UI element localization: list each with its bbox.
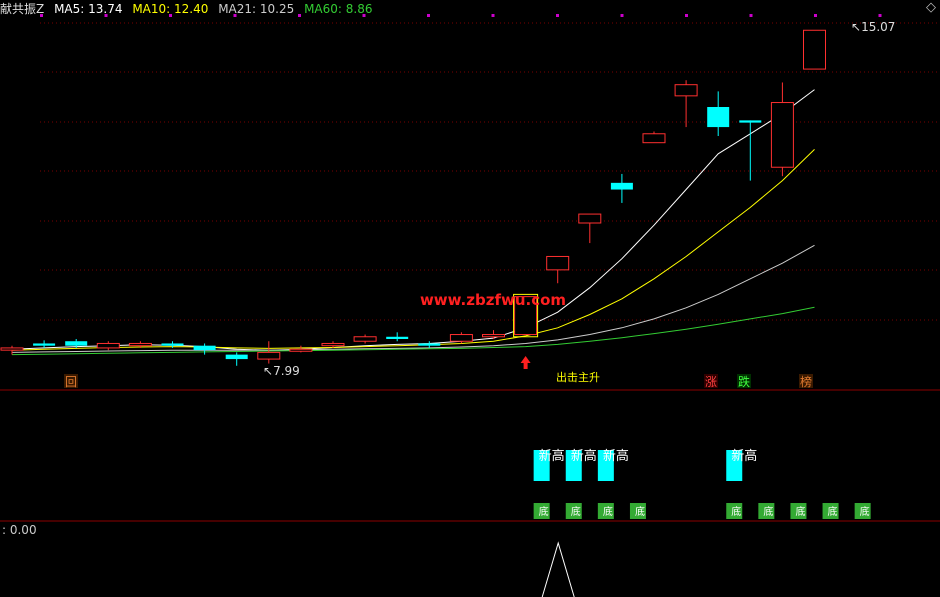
candle-body-23: [739, 120, 762, 123]
candle-body-4: [128, 342, 152, 347]
new-high-label-0: 新高: [539, 448, 565, 464]
diamond-icon[interactable]: ◇: [926, 0, 936, 15]
candle-body-0: [0, 347, 24, 351]
new-high-label-1: 新高: [571, 448, 597, 464]
candle-body-19: [610, 182, 633, 190]
tag-text-3: 榜: [800, 374, 812, 389]
candle-body-17: [546, 255, 570, 271]
stock-chart[interactable]: www.zbzfwu.com 出击主升 ↖15.07 ↖7.99 回涨跌榜 新高…: [0, 0, 940, 597]
new-high-label-3: 新高: [731, 448, 757, 464]
low-value: 7.99: [273, 364, 300, 378]
candle-body-5: [161, 343, 184, 346]
high-arrow: ↖: [851, 20, 861, 34]
new-high-panel: 新高 新高 新高 新高底底底底底底底底底: [533, 448, 871, 519]
indicator-header: 献共振Z MA5: 13.74 MA10: 12.40 MA21: 10.25 …: [0, 1, 378, 17]
green-marker-label-1: 底: [571, 505, 581, 518]
grid-dot-11: [749, 14, 753, 17]
indicator-panel: [541, 541, 575, 597]
grid-dot-6: [427, 14, 430, 17]
tag-text-2: 跌: [738, 374, 750, 389]
green-marker-label-3: 底: [635, 505, 645, 518]
moving-average-lines: [11, 89, 815, 356]
candle-body-18: [578, 213, 602, 224]
candle-body-12: [386, 336, 409, 339]
high-price-label: ↖15.07: [851, 20, 895, 34]
candle-body-13: [418, 343, 441, 346]
candle-body-15: [482, 334, 505, 338]
grid-dot-8: [556, 14, 559, 17]
candle-body-9: [289, 348, 313, 352]
low-price-label: ↖7.99: [263, 364, 300, 378]
candle-body-2: [65, 341, 88, 346]
candle-body-7: [225, 354, 248, 360]
candle-body-14: [449, 334, 473, 342]
ma10-value: MA10: 12.40: [132, 2, 209, 16]
high-value: 15.07: [861, 20, 895, 34]
green-marker-label-8: 底: [860, 505, 870, 518]
signal-text: 出击主升: [556, 370, 600, 384]
ma21-value: MA21: 10.25: [218, 2, 295, 16]
indicator-spike-line: [541, 541, 575, 597]
grid-dot-10: [685, 14, 688, 17]
candlesticks: [0, 29, 826, 366]
candle-body-1: [33, 343, 56, 346]
grid-dot-9: [620, 14, 624, 17]
indicator-name: 献共振Z: [0, 2, 45, 16]
grid-dot-12: [814, 14, 817, 17]
candle-body-10: [321, 342, 345, 347]
candle-body-22: [707, 107, 730, 128]
green-marker-label-0: 底: [539, 505, 549, 518]
green-marker-label-6: 底: [795, 505, 805, 518]
candle-body-3: [96, 342, 120, 349]
watermark-text: www.zbzfwu.com: [420, 291, 566, 309]
candle-body-24: [770, 102, 794, 168]
new-high-label-2: 新高: [603, 448, 629, 464]
grid-dot-13: [878, 14, 882, 17]
candle-body-25: [803, 29, 826, 70]
signal-tags: 回涨跌榜: [64, 374, 813, 389]
green-marker-label-2: 底: [603, 505, 613, 518]
candle-body-6: [193, 345, 216, 351]
tag-text-1: 涨: [705, 374, 717, 389]
ma60-value: MA60: 8.86: [304, 2, 373, 16]
grid-dot-7: [491, 14, 495, 17]
candle-body-20: [642, 133, 666, 144]
candle-body-11: [353, 336, 377, 342]
green-marker-label-7: 底: [828, 505, 838, 518]
tag-text-0: 回: [65, 375, 77, 389]
indicator-value: : 0.00: [2, 523, 37, 537]
breakout-arrow-icon: [520, 356, 531, 369]
candle-body-21: [674, 84, 698, 97]
ma5-value: MA5: 13.74: [54, 2, 123, 16]
candle-body-8: [257, 351, 281, 360]
green-marker-label-5: 底: [763, 505, 773, 518]
ma-line-ma5: [11, 89, 815, 351]
ma-line-ma21: [11, 244, 815, 353]
green-marker-label-4: 底: [731, 505, 741, 518]
low-arrow: ↖: [263, 364, 273, 378]
